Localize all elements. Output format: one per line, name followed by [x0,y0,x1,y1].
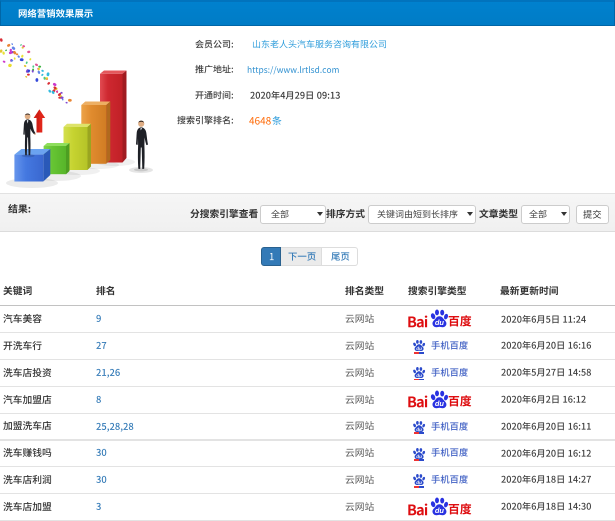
svg-text:du: du [435,399,445,408]
svg-text:du: du [416,480,422,485]
svg-text:du: du [416,346,422,351]
svg-text:du: du [435,318,445,327]
svg-text:du: du [435,506,445,515]
svg-text:du: du [416,427,422,432]
svg-text:du: du [416,373,422,378]
svg-text:du: du [416,453,422,458]
